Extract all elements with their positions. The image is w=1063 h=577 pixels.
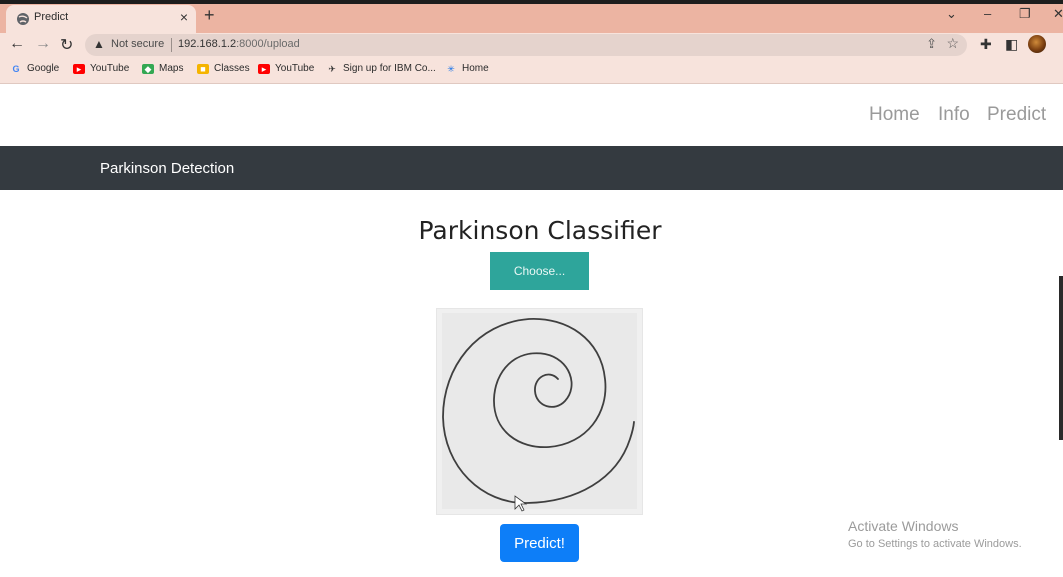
bookmark-maps[interactable]: ◆ Maps (142, 63, 183, 74)
back-button[interactable]: ← (9, 35, 25, 53)
bookmark-ibm-signup[interactable]: ✈ Sign up for IBM Co... (326, 63, 436, 74)
url-path: :8000/upload (236, 38, 300, 50)
nav-link-home[interactable]: Home (869, 104, 920, 126)
reload-button[interactable]: ↻ (60, 35, 73, 55)
browser-tab-predict[interactable]: Predict × (6, 5, 196, 33)
uploaded-spiral-image (437, 309, 642, 514)
bookmark-home[interactable]: ✳ Home (445, 63, 488, 74)
classroom-icon: ■ (197, 64, 209, 74)
nav-link-info[interactable]: Info (938, 104, 970, 126)
navbar-brand[interactable]: Parkinson Detection (100, 160, 234, 177)
url-text[interactable]: 192.168.1.2:8000/upload (178, 38, 300, 50)
youtube-icon: ▸ (73, 64, 85, 74)
ibm-icon: ✈ (328, 64, 336, 74)
home-site-icon: ✳ (447, 64, 455, 74)
bookmark-classes[interactable]: ■ Classes (197, 63, 250, 74)
spiral-drawing (442, 313, 637, 512)
restore-button[interactable]: ❐ (1019, 6, 1031, 22)
window-edge-scrollbar[interactable] (1059, 276, 1063, 440)
security-status[interactable]: Not secure (111, 38, 164, 50)
maps-icon: ◆ (142, 64, 154, 74)
nav-link-predict[interactable]: Predict (987, 104, 1046, 126)
warning-triangle-icon[interactable]: ▲ (93, 37, 105, 51)
predict-button[interactable]: Predict! (500, 524, 579, 562)
new-tab-button[interactable]: + (204, 5, 215, 26)
choose-file-button[interactable]: Choose... (490, 252, 589, 290)
profile-avatar[interactable] (1028, 35, 1046, 53)
google-icon: G (12, 64, 20, 74)
tab-close-icon[interactable]: × (180, 9, 188, 25)
page-title: Parkinson Classifier (418, 216, 662, 245)
youtube-icon: ▸ (258, 64, 270, 74)
close-window-button[interactable]: ✕ (1053, 6, 1063, 22)
tab-search-chevron-icon[interactable]: ⌄ (946, 6, 957, 22)
browser-tab-strip: Predict × + ⌄ – ❐ ✕ (0, 0, 1063, 33)
browser-toolbar: ← → ↻ ▲ Not secure 192.168.1.2:8000/uplo… (0, 33, 1063, 57)
address-bar[interactable]: ▲ Not secure 192.168.1.2:8000/upload ⇪ ☆ (85, 34, 967, 56)
bookmarks-bar: G Google ▸ YouTube ◆ Maps ■ Classes ▸ YouTube… (0, 57, 1063, 84)
bookmark-youtube[interactable]: ▸ YouTube (73, 63, 129, 74)
forward-button[interactable]: → (35, 35, 51, 53)
window-top-edge (0, 0, 1063, 4)
browser-menu-icon[interactable]: ⋮ (1057, 36, 1063, 53)
bookmark-youtube-2[interactable]: ▸ YouTube (258, 63, 314, 74)
extensions-puzzle-icon[interactable]: ✚ (980, 36, 992, 53)
dark-navbar: Parkinson Detection (0, 146, 1063, 190)
activate-windows-hint: Go to Settings to activate Windows. (848, 538, 1022, 550)
address-divider (171, 38, 172, 52)
side-panel-icon[interactable]: ◧ (1005, 36, 1018, 53)
globe-icon (17, 13, 29, 25)
minimize-button[interactable]: – (984, 6, 991, 21)
bookmark-google[interactable]: G Google (10, 63, 59, 74)
url-host: 192.168.1.2 (178, 38, 237, 50)
share-icon[interactable]: ⇪ (926, 36, 937, 52)
bookmark-star-icon[interactable]: ☆ (946, 35, 959, 52)
activate-windows-title: Activate Windows (848, 518, 959, 534)
tab-title: Predict (34, 11, 69, 23)
